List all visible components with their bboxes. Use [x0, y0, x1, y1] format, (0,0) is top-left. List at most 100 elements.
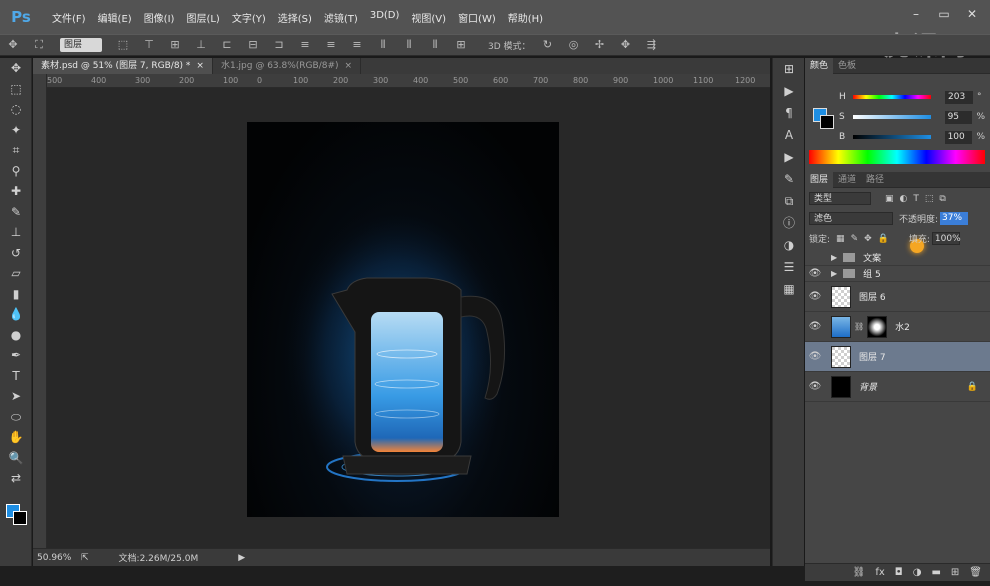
layer-7[interactable]: 👁 图层 7 [805, 342, 990, 372]
align-bottom-icon[interactable]: ⊥ [193, 38, 209, 52]
eye-icon[interactable]: 👁 [805, 381, 825, 392]
background-color-swatch[interactable] [13, 511, 27, 525]
filter-type-icon[interactable]: T [913, 194, 919, 204]
menu-3d[interactable]: 3D(D) [364, 10, 406, 25]
menu-view[interactable]: 视图(V) [405, 10, 452, 25]
new-group-icon[interactable]: ▬ [931, 567, 940, 578]
blend-mode-dropdown[interactable]: 滤色 [809, 212, 893, 225]
filter-shape-icon[interactable]: ⬚ [925, 194, 934, 204]
3d-rotate-icon[interactable]: ↻ [540, 38, 556, 52]
distribute-right-icon[interactable]: ⫴ [427, 38, 443, 52]
expand-arrow-icon[interactable]: ▶ [831, 253, 837, 262]
3d-drag-icon[interactable]: ✢ [592, 38, 608, 52]
menu-window[interactable]: 窗口(W) [452, 10, 502, 25]
lock-position-icon[interactable]: ✥ [864, 234, 872, 244]
gradient-tool-icon[interactable]: ▮ [0, 284, 32, 305]
history-icon[interactable]: ⊞ [773, 58, 805, 80]
export-icon[interactable]: ⇱ [81, 553, 89, 563]
link-icon[interactable]: ⛓ [854, 322, 864, 331]
eye-icon[interactable]: 👁 [805, 321, 825, 332]
tab-color[interactable]: 颜色 [805, 57, 834, 74]
move-tool-icon[interactable]: ✥ [5, 38, 21, 52]
layer-mask-thumbnail[interactable] [867, 315, 888, 338]
adjustment-layer-icon[interactable]: ◑ [913, 567, 922, 578]
history-brush-tool-icon[interactable]: ↺ [0, 243, 32, 264]
align-left-icon[interactable]: ⊏ [219, 38, 235, 52]
restore-icon[interactable]: ▭ [938, 8, 950, 20]
align-top-icon[interactable]: ⊤ [141, 38, 157, 52]
canvas-area[interactable] [47, 88, 770, 548]
blur-tool-icon[interactable]: 💧 [0, 304, 32, 325]
eye-icon[interactable]: 👁 [805, 351, 825, 362]
brightness-slider[interactable] [852, 135, 931, 139]
pen-tool-icon[interactable]: ✒ [0, 345, 32, 366]
hue-value[interactable]: 203 [945, 90, 973, 104]
ruler-horizontal[interactable]: 500 400 300 200 100 0 100 200 300 400 50… [47, 74, 770, 88]
saturation-slider[interactable] [852, 115, 931, 119]
clone-source-icon[interactable]: ⧉ [773, 190, 805, 212]
3d-slide-icon[interactable]: ✥ [618, 38, 634, 52]
3d-roll-icon[interactable]: ◎ [566, 38, 582, 52]
zoom-level[interactable]: 50.96% [37, 553, 81, 563]
layer-filter-dropdown[interactable]: 类型 [809, 192, 871, 205]
magic-wand-tool-icon[interactable]: ✦ [0, 120, 32, 141]
tab-layers[interactable]: 图层 [805, 171, 834, 188]
menu-edit[interactable]: 编辑(E) [92, 10, 138, 25]
opacity-input[interactable]: 37% [940, 212, 969, 225]
layer-group-wenan[interactable]: ▶ 文案 [805, 250, 990, 266]
add-mask-icon[interactable]: ◘ [895, 567, 903, 578]
properties-icon[interactable]: ☰ [773, 256, 805, 278]
delete-layer-icon[interactable]: 🗑 [969, 567, 982, 578]
3d-scale-icon[interactable]: ⇶ [644, 38, 660, 52]
crop-tool-icon[interactable]: ⌗ [0, 140, 32, 161]
styles-icon[interactable]: ▦ [773, 278, 805, 300]
paragraph-icon[interactable]: ¶ [773, 102, 805, 124]
tab-paths[interactable]: 路径 [861, 172, 889, 188]
character-icon[interactable]: A [773, 124, 805, 146]
layer-6[interactable]: 👁 图层 6 [805, 282, 990, 312]
move-tool-icon[interactable]: ✥ [0, 58, 32, 79]
distribute-vcenter-icon[interactable]: ≡ [323, 38, 339, 52]
menu-file[interactable]: 文件(F) [46, 10, 92, 25]
adjustments-icon[interactable]: ◑ [773, 234, 805, 256]
menu-type[interactable]: 文字(Y) [226, 10, 272, 25]
dodge-tool-icon[interactable]: ● [0, 325, 32, 346]
menu-layer[interactable]: 图层(L) [180, 10, 225, 25]
auto-select-icon[interactable]: ⛶ [31, 38, 47, 52]
eraser-tool-icon[interactable]: ▱ [0, 263, 32, 284]
type-tool-icon[interactable]: T [0, 366, 32, 387]
marquee-tool-icon[interactable]: ⬚ [0, 79, 32, 100]
lock-pixels-icon[interactable]: ✎ [851, 234, 859, 244]
hand-tool-icon[interactable]: ✋ [0, 427, 32, 448]
brush-presets-icon[interactable]: ✎ [773, 168, 805, 190]
color-spectrum-bar[interactable] [809, 150, 985, 164]
healing-brush-tool-icon[interactable]: ✚ [0, 181, 32, 202]
lock-all-icon[interactable]: 🔒 [878, 234, 889, 244]
zoom-tool-icon[interactable]: 🔍 [0, 448, 32, 469]
document-canvas[interactable] [247, 122, 559, 517]
layer-water2[interactable]: 👁 ⛓ 水2 [805, 312, 990, 342]
eye-icon[interactable]: 👁 [805, 291, 825, 302]
fill-input[interactable]: 100% [931, 232, 961, 245]
clone-stamp-tool-icon[interactable]: ⊥ [0, 222, 32, 243]
status-menu-arrow-icon[interactable]: ▶ [238, 553, 245, 563]
menu-select[interactable]: 选择(S) [272, 10, 318, 25]
tab-document-1[interactable]: 素材.psd @ 51% (图层 7, RGB/8) * × [33, 58, 213, 74]
transform-controls-icon[interactable]: ⬚ [115, 38, 131, 52]
ruler-vertical[interactable] [33, 74, 47, 548]
distribute-hcenter-icon[interactable]: ⫴ [401, 38, 417, 52]
shape-tool-icon[interactable]: ⬭ [0, 407, 32, 428]
align-right-icon[interactable]: ⊐ [271, 38, 287, 52]
tab-swatches[interactable]: 色板 [833, 58, 861, 74]
brush-tool-icon[interactable]: ✎ [0, 202, 32, 223]
actions-icon[interactable]: ▶ [773, 80, 805, 102]
swap-colors-icon[interactable]: ⇄ [0, 468, 32, 489]
close-icon[interactable]: × [196, 61, 204, 71]
layer-style-icon[interactable]: fx [875, 567, 884, 578]
layer-background[interactable]: 👁 背景 🔒 [805, 372, 990, 402]
expand-arrow-icon[interactable]: ▶ [831, 269, 837, 278]
tab-document-2[interactable]: 水1.jpg @ 63.8%(RGB/8#) × [212, 58, 362, 74]
path-selection-tool-icon[interactable]: ➤ [0, 386, 32, 407]
distribute-left-icon[interactable]: ⫴ [375, 38, 391, 52]
layer-group-5[interactable]: 👁 ▶ 组 5 [805, 266, 990, 282]
